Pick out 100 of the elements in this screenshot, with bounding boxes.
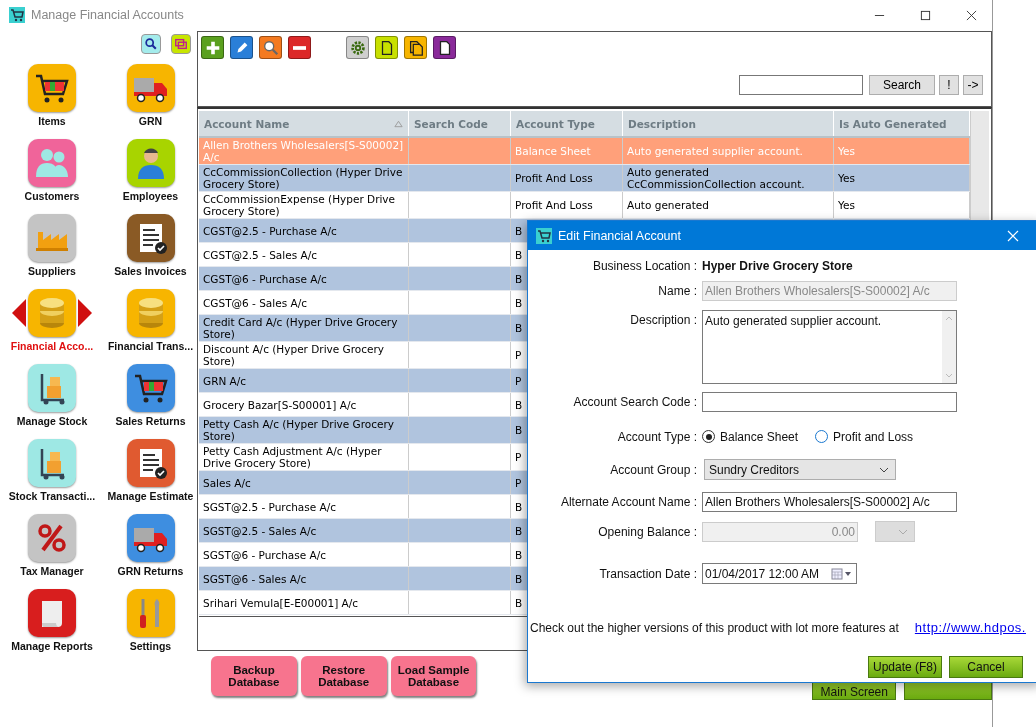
table-cell: Auto generated: [627, 199, 709, 211]
document-button[interactable]: [433, 36, 456, 59]
scroll-icon: [28, 589, 76, 637]
table-cell: Allen Brothers Wholesalers[S-S00002] A/c: [203, 139, 404, 163]
document-icon: [126, 214, 175, 262]
sidebar-item[interactable]: Stock Transacti...: [0, 439, 104, 502]
alternate-name-field[interactable]: Allen Brothers Wholesalers[S-S00002] A/c: [702, 492, 957, 512]
close-icon[interactable]: [966, 9, 977, 21]
chevron-down-icon: [898, 528, 908, 535]
window-title: Manage Financial Accounts: [31, 8, 185, 22]
sidebar-item[interactable]: Financial Acco...: [0, 289, 104, 352]
search-button[interactable]: Search: [869, 75, 935, 95]
sidebar-item[interactable]: GRN: [104, 64, 197, 127]
tools-icon: [126, 589, 175, 637]
gear-icon: [348, 38, 367, 57]
maximize-icon[interactable]: [920, 9, 931, 21]
table-cell: P: [515, 374, 522, 387]
table-cell: SGST@2.5 - Purchase A/c: [203, 500, 337, 513]
table-cell: CGST@6 - Purchase A/c: [203, 272, 327, 285]
radio-option[interactable]: Balance Sheet: [702, 429, 799, 444]
minus-button[interactable]: [288, 36, 311, 59]
sidebar-item[interactable]: Sales Invoices: [104, 214, 197, 277]
sidebar-item[interactable]: Items: [0, 64, 104, 127]
website-link[interactable]: http://www.hdpos.: [914, 620, 1026, 635]
sidebar-item[interactable]: Customers: [0, 139, 104, 202]
database-button[interactable]: Load Sample Database: [390, 656, 477, 696]
table-cell: B: [515, 322, 523, 334]
table-cell: Grocery Bazar[S-S00001] A/c: [203, 398, 357, 411]
sidebar-item[interactable]: Suppliers: [0, 214, 104, 277]
table-row[interactable]: CcCommissionCollection (Hyper Drive Grocery Store) Profit And Loss Auto generated CcCommissionCollection account. Yes: [199, 165, 970, 192]
account-group-dropdown[interactable]: Sundry Creditors: [704, 459, 896, 480]
scrollbar[interactable]: [942, 311, 956, 383]
table-cell: B: [515, 572, 523, 585]
truck-icon: [126, 64, 175, 112]
search-code-field[interactable]: [702, 392, 957, 412]
database-button[interactable]: Restore Database: [300, 656, 387, 696]
table-row[interactable]: CcCommissionExpense (Hyper Drive Grocery Store) Profit And Loss Auto generated Yes: [199, 192, 970, 219]
arrow-right-icon: [78, 299, 92, 327]
gear-button[interactable]: [346, 36, 369, 59]
dialog-title: Edit Financial Account: [558, 228, 682, 243]
table-cell: B: [515, 548, 523, 561]
table-cell: CGST@2.5 - Sales A/c: [203, 248, 317, 261]
factory-icon: [28, 214, 76, 262]
table-cell: SGST@6 - Sales A/c: [203, 572, 307, 585]
sidebar-item[interactable]: Manage Stock: [0, 364, 104, 427]
sidebar-item[interactable]: Employees: [104, 139, 197, 202]
table-cell: B: [515, 500, 523, 513]
field-label: Account Group :: [609, 462, 697, 477]
cart-icon: [126, 364, 175, 412]
document-button[interactable]: [375, 36, 398, 59]
dialog-button[interactable]: Cancel: [949, 656, 1023, 678]
pencil-button[interactable]: [230, 36, 253, 59]
sidebar-item[interactable]: Manage Estimate: [104, 439, 197, 502]
date-field[interactable]: 01/04/2017 12:00 AM: [702, 563, 857, 584]
table-cell-text: Petty Cash A/c (Hyper Drive Grocery Store): [203, 418, 395, 442]
radio-label[interactable]: Balance Sheet: [720, 429, 799, 444]
copy-button[interactable]: [404, 36, 427, 59]
toolbar-button[interactable]: ->: [963, 75, 983, 95]
dialog-button[interactable]: Update (F8): [868, 656, 942, 678]
windows-button[interactable]: [171, 34, 191, 54]
table-cell: B: [515, 224, 523, 237]
table-cell: B: [515, 296, 523, 309]
sidebar-item[interactable]: Financial Trans...: [104, 289, 197, 352]
people-icon: [28, 139, 76, 187]
percent-icon: [28, 514, 76, 562]
sidebar-item[interactable]: Tax Manager: [0, 514, 104, 577]
table-cell: Auto generated supplier account.: [627, 145, 803, 157]
search-button[interactable]: [259, 36, 282, 59]
field-label: Name :: [657, 284, 697, 298]
calendar-icon[interactable]: [831, 567, 853, 580]
truck-icon: [126, 514, 175, 562]
person-icon: [126, 139, 175, 187]
database-button[interactable]: Backup Database: [211, 656, 297, 696]
field-label: Description :: [629, 312, 697, 327]
sidebar-item[interactable]: Manage Reports: [0, 589, 104, 652]
sidebar-item[interactable]: Settings: [104, 589, 197, 652]
radio-option[interactable]: Profit and Loss: [815, 429, 914, 444]
table-cell: CGST@2.5 - Purchase A/c: [203, 224, 337, 237]
search-field[interactable]: [739, 75, 863, 95]
table-cell: GRN A/c: [203, 374, 247, 387]
table-cell: Yes: [838, 199, 855, 211]
search-button[interactable]: [141, 34, 161, 54]
table-cell-text: Discount A/c (Hyper Drive Grocery Store): [203, 343, 385, 367]
coins-icon: [126, 289, 175, 337]
sidebar-item[interactable]: Sales Returns: [104, 364, 197, 427]
search-icon: [261, 38, 280, 57]
document-icon: [126, 439, 175, 487]
field-label: Account Type :: [616, 429, 697, 444]
table-cell: Profit And Loss: [515, 172, 593, 184]
description-field[interactable]: Auto generated supplier account.: [702, 310, 957, 384]
radio-label[interactable]: Profit and Loss: [833, 429, 914, 444]
toolbar-button[interactable]: !: [939, 75, 959, 95]
plus-button[interactable]: [201, 36, 224, 59]
coins-icon: [28, 289, 76, 337]
trolley-icon: [28, 364, 76, 412]
table-cell: B: [515, 272, 523, 285]
sidebar-item[interactable]: GRN Returns: [104, 514, 197, 577]
field-label: Transaction Date :: [598, 566, 697, 581]
business-location: Hyper Drive Grocery Store: [702, 259, 853, 273]
table-cell: Yes: [838, 172, 855, 184]
